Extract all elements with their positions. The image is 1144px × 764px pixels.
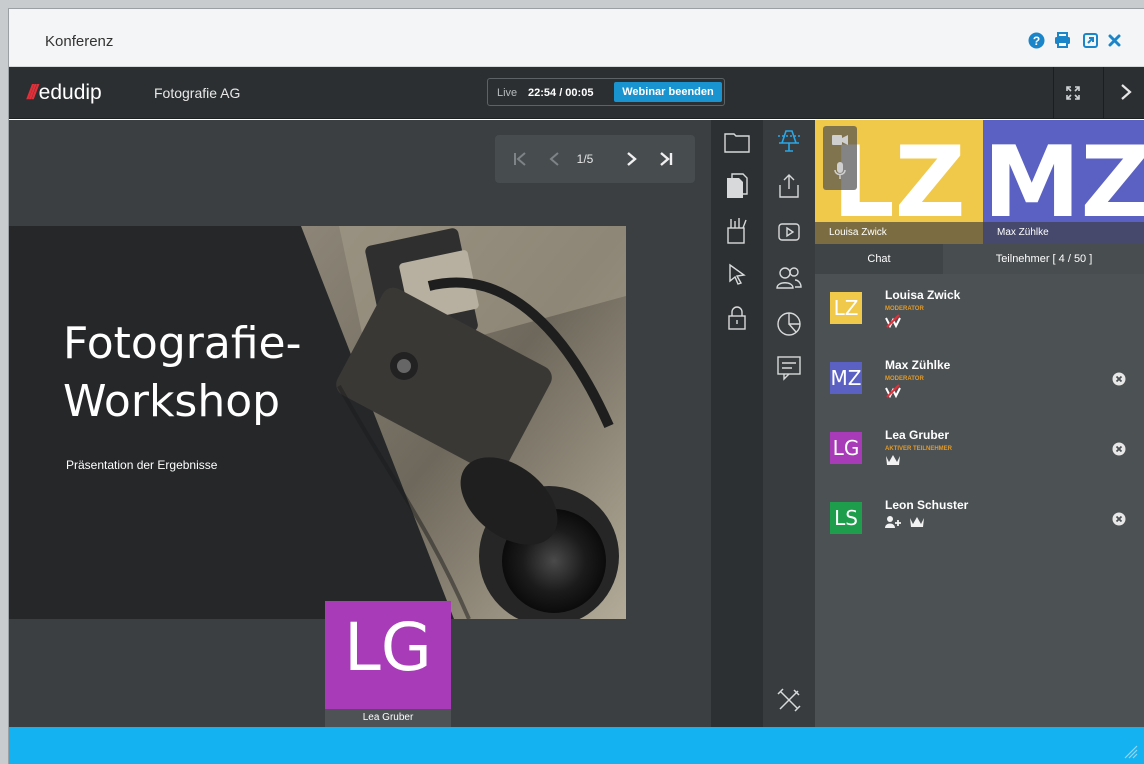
moderator-badge-icon	[885, 314, 901, 328]
edudip-logo: /// edudip	[27, 81, 102, 105]
avatar: MZ	[830, 362, 862, 394]
avatar: LS	[830, 502, 862, 534]
participant-name: Max Zühlke	[885, 358, 951, 372]
list-item[interactable]: LZ Louisa Zwick Moderator	[815, 286, 1144, 346]
remove-participant-icon[interactable]	[1112, 512, 1126, 526]
end-webinar-button[interactable]: Webinar beenden	[614, 82, 722, 102]
slide-title-line1: Fotografie-	[63, 318, 302, 369]
video-tile-max[interactable]: MZ Max Zühlke	[983, 120, 1144, 244]
video-tile-louisa[interactable]: LZ Louisa Zwick	[815, 120, 983, 244]
panel-tabs: Chat Teilnehmer [ 4 / 50 ]	[815, 244, 1144, 274]
app-header: /// edudip Fotografie AG Live 22:54 / 00…	[9, 67, 1144, 119]
previous-page-icon[interactable]	[545, 149, 563, 169]
participant-role: Moderator	[885, 306, 924, 312]
av-controls	[823, 126, 857, 190]
next-page-icon[interactable]	[623, 149, 641, 169]
window-titlebar: Konferenz ?	[9, 9, 1144, 67]
slide-title-line2: Workshop	[63, 376, 281, 427]
folder-icon[interactable]	[723, 128, 751, 156]
tools-column-primary	[711, 120, 763, 727]
header-divider	[1053, 67, 1054, 119]
pointer-icon[interactable]	[723, 260, 751, 288]
right-panel: LZ Louisa Zwick MZ Max Zühlke Chat Teiln…	[815, 120, 1144, 727]
page-indicator: 1/5	[576, 152, 594, 166]
remove-participant-icon[interactable]	[1112, 442, 1126, 456]
participant-badges	[885, 384, 901, 398]
participants-icon[interactable]	[775, 264, 803, 292]
crown-icon	[886, 455, 900, 465]
logo-mark-icon: ///	[27, 81, 38, 104]
tab-participants[interactable]: Teilnehmer [ 4 / 50 ]	[943, 244, 1144, 274]
presentation-slide: Fotografie- Workshop Präsentation der Er…	[9, 226, 626, 619]
live-status-box: Live 22:54 / 00:05 Webinar beenden	[487, 78, 725, 106]
add-user-icon[interactable]	[885, 516, 901, 528]
conference-window: Konferenz ? /// edudip Fotografie AG Liv…	[8, 8, 1144, 764]
participant-badges	[885, 314, 901, 328]
footer-bar	[9, 727, 1144, 764]
slide-pager: 1/5	[495, 135, 695, 183]
participant-name: Louisa Zwick	[885, 288, 961, 302]
list-item[interactable]: LS Leon Schuster	[815, 496, 1144, 556]
resize-grip-icon[interactable]	[1124, 745, 1138, 759]
logo-text: edudip	[38, 81, 102, 104]
moderator-badge-icon	[885, 384, 901, 398]
help-icon[interactable]: ?	[1027, 31, 1045, 49]
upload-icon[interactable]	[775, 172, 803, 200]
camera-icon[interactable]	[832, 134, 848, 146]
remove-participant-icon[interactable]	[1112, 372, 1126, 386]
chat-survey-icon[interactable]	[775, 354, 803, 382]
lock-icon[interactable]	[723, 304, 751, 332]
participant-name: Leon Schuster	[885, 498, 969, 512]
window-title: Konferenz	[45, 33, 114, 50]
slide-subtitle: Präsentation der Ergebnisse	[66, 458, 218, 472]
participant-badges	[885, 454, 901, 466]
close-icon[interactable]	[1105, 31, 1123, 49]
crown-icon	[910, 517, 924, 527]
whiteboard-tools-icon[interactable]	[723, 216, 751, 244]
self-video-tile[interactable]: LG Lea Gruber	[325, 601, 451, 727]
participant-name: Lea Gruber	[885, 428, 950, 442]
organization-name: Fotografie AG	[154, 85, 241, 101]
session-timer: 22:54 / 00:05	[528, 87, 594, 99]
documents-icon[interactable]	[723, 172, 751, 200]
presentation-icon[interactable]	[775, 126, 803, 154]
video-name: Max Zühlke	[983, 222, 1144, 244]
self-video-initials: LG	[344, 609, 432, 686]
participant-badges	[885, 516, 925, 528]
svg-text:?: ?	[1032, 34, 1039, 48]
list-item[interactable]: LG Lea Gruber Aktiver Teilnehmer	[815, 426, 1144, 486]
poll-icon[interactable]	[775, 310, 803, 338]
header-divider	[1103, 67, 1104, 119]
participant-role: Moderator	[885, 376, 924, 382]
tab-chat[interactable]: Chat	[815, 244, 943, 274]
avatar: LZ	[830, 292, 862, 324]
chevron-right-icon[interactable]	[1115, 79, 1137, 105]
participant-role: Aktiver Teilnehmer	[885, 446, 953, 452]
video-play-icon[interactable]	[775, 218, 803, 246]
print-icon[interactable]	[1053, 31, 1071, 49]
settings-tools-icon[interactable]	[775, 686, 803, 714]
tools-column-secondary	[763, 120, 815, 727]
avatar: LG	[830, 432, 862, 464]
presentation-stage: 1/5 Fotografie- Workshop Präsentation de…	[9, 120, 711, 727]
fullscreen-icon[interactable]	[1061, 81, 1085, 105]
video-name: Louisa Zwick	[815, 222, 983, 244]
popout-icon[interactable]	[1081, 31, 1099, 49]
live-label: Live	[497, 87, 518, 99]
self-video-name: Lea Gruber	[325, 709, 451, 727]
list-item[interactable]: MZ Max Zühlke Moderator	[815, 356, 1144, 416]
last-page-icon[interactable]	[657, 149, 675, 169]
first-page-icon[interactable]	[511, 149, 529, 169]
microphone-icon[interactable]	[834, 162, 846, 180]
